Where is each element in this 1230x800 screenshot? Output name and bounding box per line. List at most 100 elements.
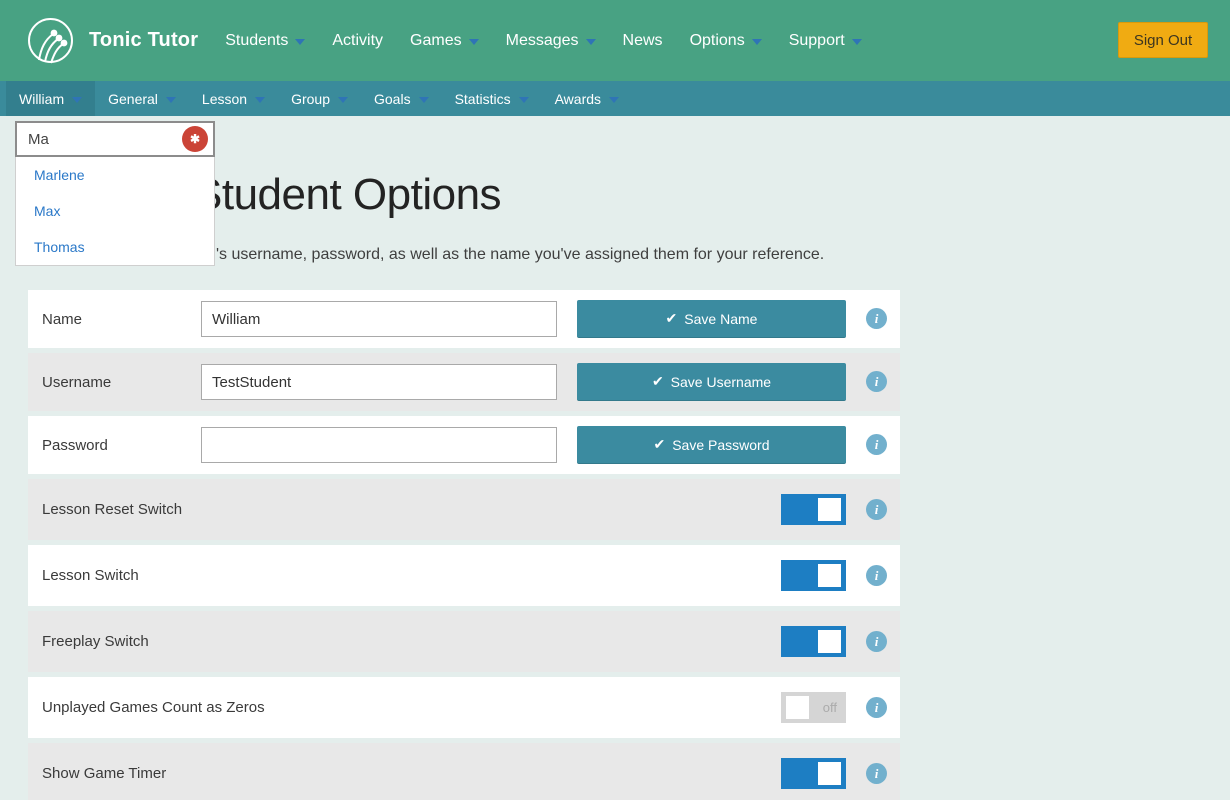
subnav-item-goals[interactable]: Goals — [361, 81, 442, 116]
student-search-field: ✱ — [15, 121, 215, 157]
nav-item-messages[interactable]: Messages — [506, 32, 596, 50]
row-label: Name — [42, 310, 83, 328]
nav-item-label: Activity — [332, 31, 384, 49]
tonic-tutor-logo-icon — [27, 17, 74, 64]
row-label: Freeplay Switch — [42, 633, 149, 650]
nav-item-label: Options — [689, 31, 745, 49]
nav-item-support[interactable]: Support — [789, 32, 862, 50]
row-label: Show Game Timer — [42, 765, 167, 782]
info-icon[interactable]: i — [866, 308, 887, 329]
nav-item-label: Games — [410, 31, 462, 49]
chevron-down-icon — [468, 38, 479, 45]
game-timer-toggle[interactable] — [781, 758, 846, 789]
info-icon[interactable]: i — [866, 499, 887, 520]
save-button-label: Save Password — [672, 436, 770, 453]
chevron-down-icon — [165, 96, 176, 103]
student-search-input[interactable] — [17, 123, 177, 155]
app-header: Tonic Tutor Students Activity Games Mess… — [0, 0, 1230, 81]
main-nav: Students Activity Games Messages News Op… — [225, 32, 862, 50]
subnav-item-awards[interactable]: Awards — [542, 81, 632, 116]
student-options-list: Name ✔ Save Name i Username ✔ Save Usern… — [28, 290, 900, 800]
student-subnav: William General Lesson Group Goals Stati… — [0, 81, 1230, 116]
subnav-item-label: William — [19, 90, 65, 107]
nav-item-options[interactable]: Options — [690, 32, 762, 50]
row-label: Lesson Switch — [42, 567, 139, 584]
toggle-knob — [786, 696, 809, 719]
nav-item-label: Students — [225, 31, 289, 49]
chevron-down-icon — [518, 96, 529, 103]
info-icon[interactable]: i — [866, 763, 887, 784]
subnav-item-lesson[interactable]: Lesson — [189, 81, 278, 116]
toggle-knob — [818, 498, 841, 521]
save-button-label: Save Username — [670, 373, 772, 390]
row-label: Password — [42, 436, 108, 454]
nav-item-news[interactable]: News — [623, 32, 663, 50]
row-label: Lesson Reset Switch — [42, 501, 183, 518]
chevron-down-icon — [851, 38, 862, 45]
check-icon: ✔ — [651, 373, 664, 389]
freeplay-toggle[interactable] — [781, 626, 846, 657]
row-username: Username ✔ Save Username i — [28, 353, 900, 411]
chevron-down-icon — [255, 96, 266, 103]
chevron-down-icon — [418, 96, 429, 103]
info-icon[interactable]: i — [866, 697, 887, 718]
subnav-item-group[interactable]: Group — [278, 81, 361, 116]
row-freeplay-switch: Freeplay Switch i — [28, 611, 900, 672]
student-search-dropdown: ✱ Marlene Max Thomas — [15, 121, 215, 266]
chevron-down-icon — [72, 96, 83, 103]
page-subtitle-fragment: 's username, password, as well as the na… — [216, 246, 825, 263]
name-input[interactable] — [201, 301, 557, 337]
subnav-item-label: Lesson — [201, 90, 248, 107]
nav-item-label: News — [622, 31, 663, 49]
clear-icon: ✱ — [189, 132, 201, 146]
row-lesson-reset-switch: Lesson Reset Switch i — [28, 479, 900, 540]
password-input[interactable] — [201, 427, 557, 463]
chevron-down-icon — [751, 38, 762, 45]
row-name: Name ✔ Save Name i — [28, 290, 900, 348]
row-password: Password ✔ Save Password i — [28, 416, 900, 474]
suggestion-thomas[interactable]: Thomas — [16, 229, 214, 265]
info-icon[interactable]: i — [866, 631, 887, 652]
page-title: Student Options — [193, 170, 502, 219]
subnav-item-label: Goals — [374, 90, 411, 107]
nav-item-label: Messages — [505, 31, 579, 49]
unplayed-games-toggle[interactable]: off — [781, 692, 846, 723]
brand-title: Tonic Tutor — [89, 29, 199, 51]
subnav-item-general[interactable]: General — [95, 81, 189, 116]
nav-item-games[interactable]: Games — [410, 32, 479, 50]
nav-item-label: Support — [788, 31, 845, 49]
row-lesson-switch: Lesson Switch i — [28, 545, 900, 606]
nav-item-activity[interactable]: Activity — [332, 32, 383, 50]
suggestion-marlene[interactable]: Marlene — [16, 157, 214, 193]
lesson-reset-toggle[interactable] — [781, 494, 846, 525]
row-label: Username — [42, 373, 112, 391]
toggle-knob — [818, 564, 841, 587]
subnav-item-statistics[interactable]: Statistics — [442, 81, 542, 116]
suggestion-max[interactable]: Max — [16, 193, 214, 229]
save-password-button[interactable]: ✔ Save Password — [577, 426, 846, 464]
row-show-game-timer: Show Game Timer i — [28, 743, 900, 800]
toggle-off-label: off — [822, 700, 837, 715]
info-icon[interactable]: i — [866, 434, 887, 455]
subnav-item-william[interactable]: William — [6, 81, 96, 116]
suggestion-list: Marlene Max Thomas — [15, 157, 215, 266]
save-name-button[interactable]: ✔ Save Name — [577, 300, 846, 338]
save-username-button[interactable]: ✔ Save Username — [577, 363, 846, 401]
info-icon[interactable]: i — [866, 371, 887, 392]
sign-out-button[interactable]: Sign Out — [1118, 22, 1208, 58]
row-label: Unplayed Games Count as Zeros — [42, 699, 265, 716]
clear-search-button[interactable]: ✱ — [182, 126, 208, 152]
subnav-item-label: Group — [291, 90, 330, 107]
toggle-knob — [818, 762, 841, 785]
nav-item-students[interactable]: Students — [225, 31, 306, 50]
chevron-down-icon — [585, 38, 596, 45]
save-button-label: Save Name — [684, 310, 758, 327]
toggle-knob — [818, 630, 841, 653]
check-icon: ✔ — [665, 310, 678, 326]
info-icon[interactable]: i — [866, 565, 887, 586]
chevron-down-icon — [338, 96, 348, 103]
subnav-item-label: Statistics — [454, 90, 511, 107]
check-icon: ✔ — [653, 436, 666, 452]
username-input[interactable] — [201, 364, 557, 400]
lesson-toggle[interactable] — [781, 560, 846, 591]
